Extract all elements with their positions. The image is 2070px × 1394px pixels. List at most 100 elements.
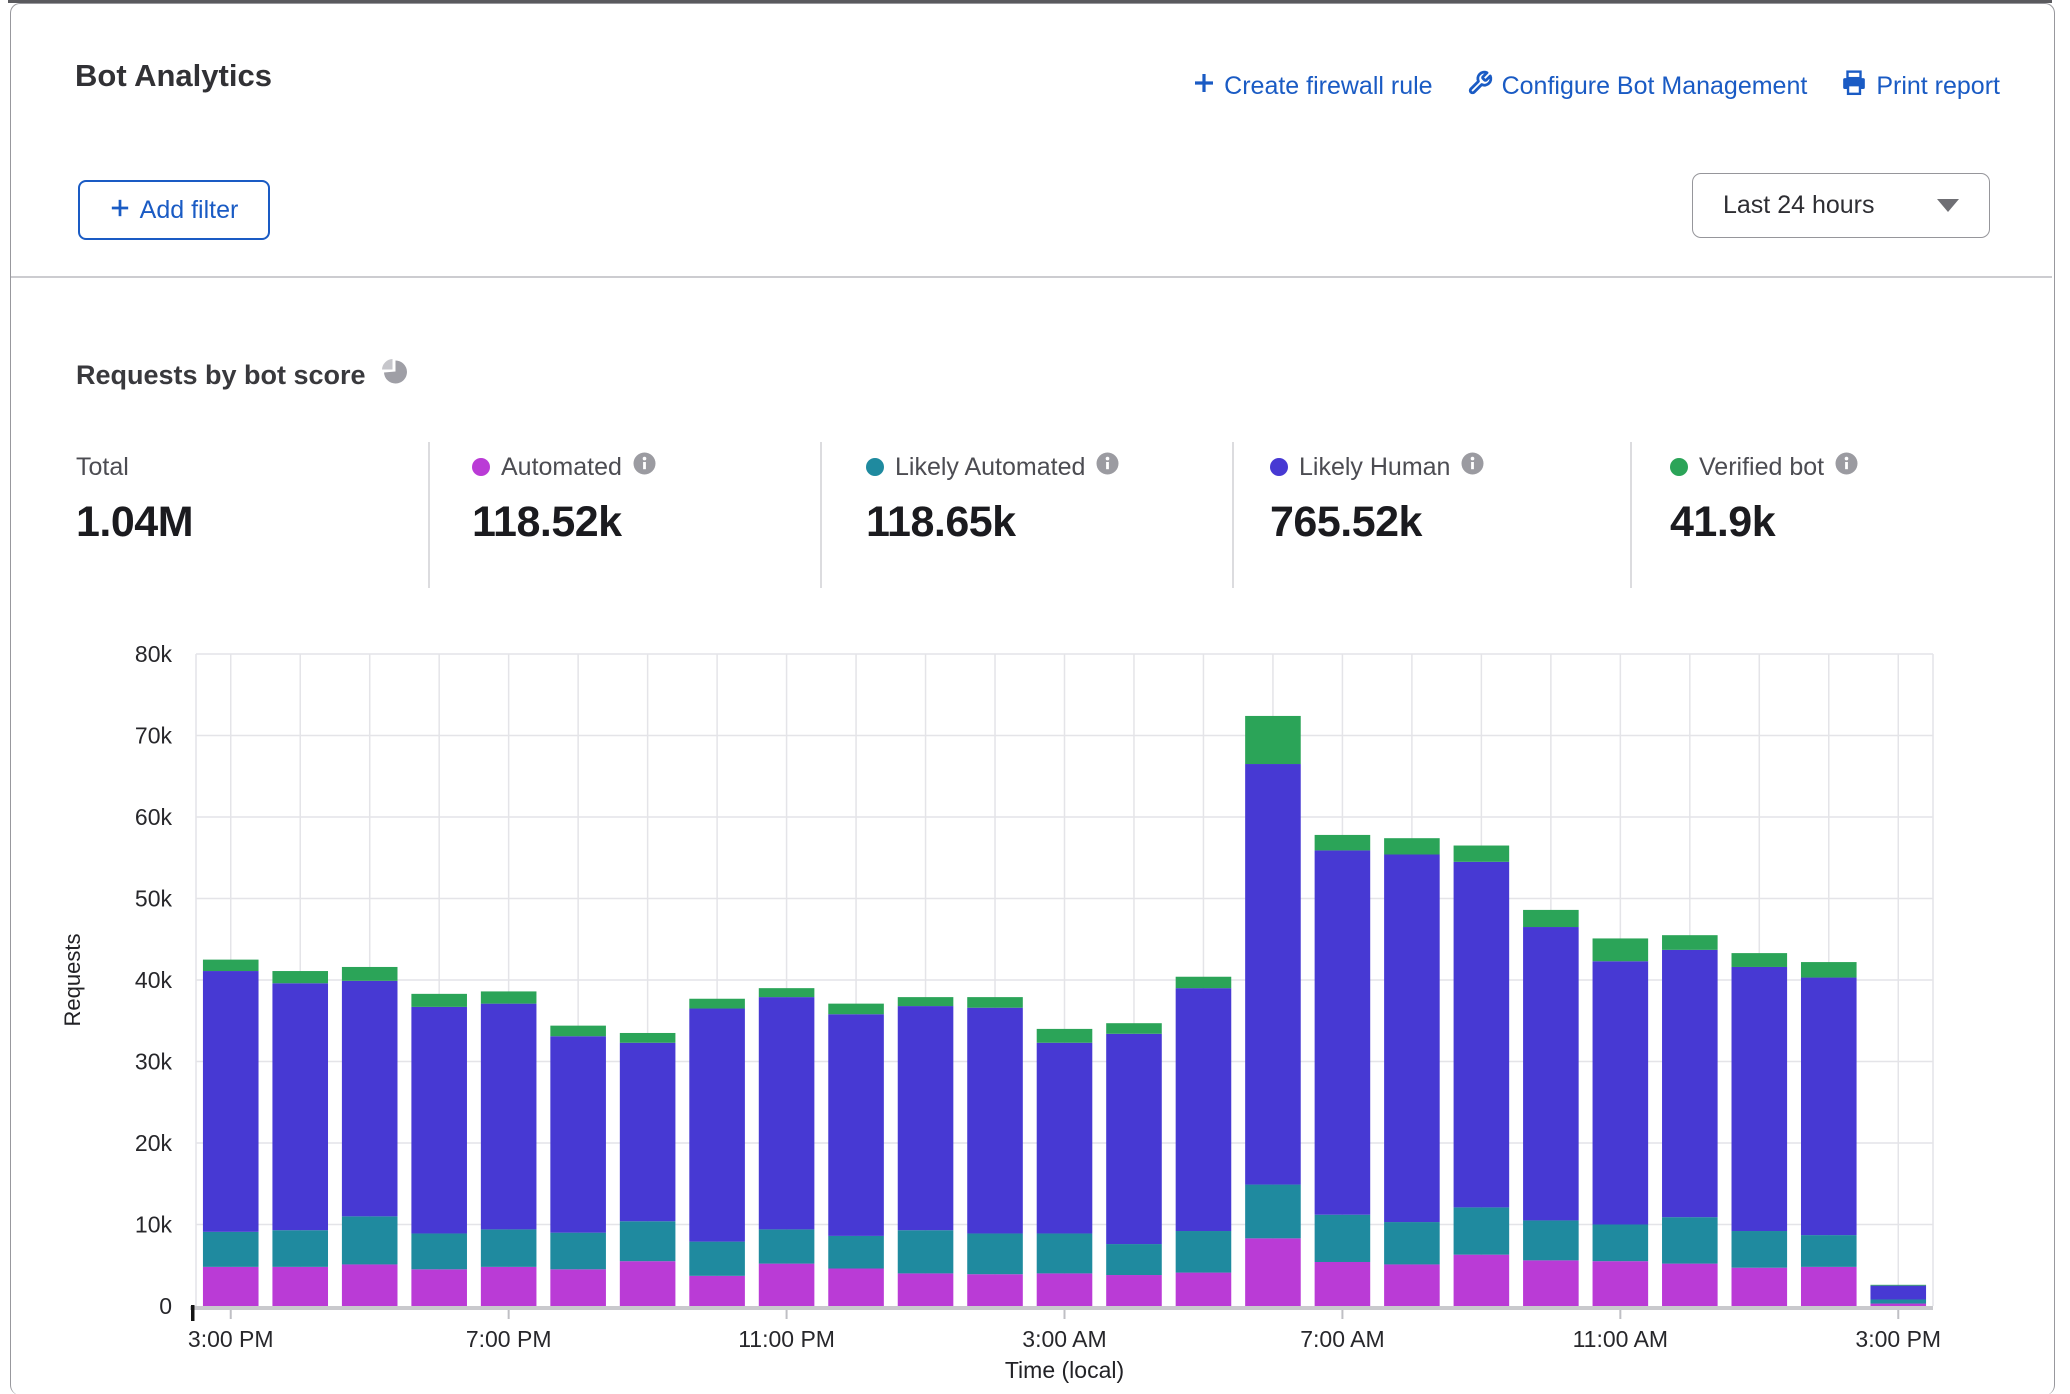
info-icon[interactable]	[1835, 452, 1858, 482]
bar-segment[interactable]	[1176, 1273, 1232, 1306]
bar-segment[interactable]	[1245, 764, 1301, 1185]
bar-segment[interactable]	[1315, 835, 1371, 850]
bar-segment[interactable]	[1315, 850, 1371, 1214]
bar-segment[interactable]	[1245, 716, 1301, 764]
info-icon[interactable]	[1461, 452, 1484, 482]
bar-segment[interactable]	[1593, 961, 1649, 1224]
time-range-select[interactable]: Last 24 hours	[1692, 173, 1990, 238]
bar-segment[interactable]	[481, 1229, 537, 1266]
bar-segment[interactable]	[759, 988, 815, 997]
bar-segment[interactable]	[828, 1236, 884, 1269]
bar-segment[interactable]	[1384, 838, 1440, 854]
create-firewall-rule-link[interactable]: Create firewall rule	[1193, 72, 1432, 101]
bar-segment[interactable]	[481, 1267, 537, 1306]
bar-segment[interactable]	[1037, 1273, 1093, 1306]
bar-segment[interactable]	[1593, 1261, 1649, 1306]
bar-segment[interactable]	[550, 1233, 606, 1270]
bar-segment[interactable]	[898, 1273, 954, 1306]
bar-segment[interactable]	[1523, 910, 1579, 927]
bar-segment[interactable]	[550, 1036, 606, 1232]
bar-segment[interactable]	[481, 991, 537, 1003]
bar-segment[interactable]	[1176, 1231, 1232, 1273]
bar-segment[interactable]	[759, 1229, 815, 1263]
bar-segment[interactable]	[898, 997, 954, 1006]
bar-segment[interactable]	[1523, 1220, 1579, 1260]
bar-segment[interactable]	[1454, 1255, 1510, 1306]
bar-segment[interactable]	[1870, 1286, 1926, 1300]
bar-segment[interactable]	[1106, 1034, 1162, 1244]
bar-segment[interactable]	[203, 1267, 259, 1306]
bar-segment[interactable]	[828, 1004, 884, 1015]
bar-segment[interactable]	[203, 971, 259, 1232]
bar-segment[interactable]	[967, 1233, 1023, 1274]
bar-segment[interactable]	[689, 1009, 745, 1242]
bar-segment[interactable]	[1801, 962, 1857, 977]
bar-segment[interactable]	[689, 1242, 745, 1276]
add-filter-button[interactable]: Add filter	[78, 180, 270, 240]
bar-segment[interactable]	[1454, 862, 1510, 1208]
bar-segment[interactable]	[1315, 1262, 1371, 1306]
bar-segment[interactable]	[620, 1033, 676, 1043]
bar-segment[interactable]	[1801, 1267, 1857, 1306]
bar-segment[interactable]	[1732, 1268, 1788, 1306]
bar-segment[interactable]	[1732, 1231, 1788, 1268]
configure-bot-management-link[interactable]: Configure Bot Management	[1467, 70, 1808, 103]
bar-segment[interactable]	[342, 1216, 398, 1264]
bar-segment[interactable]	[1523, 927, 1579, 1220]
bar-segment[interactable]	[411, 1233, 467, 1269]
bar-segment[interactable]	[411, 1269, 467, 1306]
bar-segment[interactable]	[759, 997, 815, 1229]
info-icon[interactable]	[633, 452, 656, 482]
bar-segment[interactable]	[342, 981, 398, 1217]
bar-segment[interactable]	[1176, 977, 1232, 988]
bar-segment[interactable]	[481, 1004, 537, 1230]
bar-segment[interactable]	[272, 983, 328, 1230]
bar-segment[interactable]	[1384, 1222, 1440, 1264]
bar-segment[interactable]	[620, 1261, 676, 1306]
bar-segment[interactable]	[1245, 1185, 1301, 1239]
bar-segment[interactable]	[1870, 1299, 1926, 1303]
bar-segment[interactable]	[620, 1221, 676, 1261]
bar-segment[interactable]	[1662, 935, 1718, 950]
bar-segment[interactable]	[967, 997, 1023, 1008]
info-icon[interactable]	[1096, 452, 1119, 482]
bar-segment[interactable]	[1662, 1217, 1718, 1263]
bar-segment[interactable]	[1732, 953, 1788, 967]
bar-segment[interactable]	[550, 1026, 606, 1037]
print-report-link[interactable]: Print report	[1841, 70, 2000, 103]
bar-segment[interactable]	[1037, 1233, 1093, 1273]
bar-segment[interactable]	[1801, 1235, 1857, 1267]
bar-segment[interactable]	[1523, 1260, 1579, 1306]
bar-segment[interactable]	[1315, 1215, 1371, 1262]
bar-segment[interactable]	[1037, 1043, 1093, 1234]
bar-segment[interactable]	[1870, 1285, 1926, 1286]
bar-segment[interactable]	[828, 1269, 884, 1306]
bar-segment[interactable]	[1593, 938, 1649, 961]
bar-segment[interactable]	[1384, 854, 1440, 1222]
bar-segment[interactable]	[203, 1232, 259, 1267]
bar-segment[interactable]	[1106, 1275, 1162, 1306]
bar-segment[interactable]	[1732, 967, 1788, 1231]
bar-segment[interactable]	[1454, 1207, 1510, 1254]
bar-segment[interactable]	[1176, 988, 1232, 1231]
bar-segment[interactable]	[898, 1006, 954, 1230]
bar-segment[interactable]	[1106, 1244, 1162, 1275]
bar-segment[interactable]	[1454, 846, 1510, 862]
bar-segment[interactable]	[342, 1264, 398, 1306]
bar-segment[interactable]	[342, 967, 398, 981]
bar-segment[interactable]	[272, 1230, 328, 1267]
bar-segment[interactable]	[1662, 1264, 1718, 1306]
bar-segment[interactable]	[689, 999, 745, 1009]
bar-segment[interactable]	[898, 1230, 954, 1273]
bar-segment[interactable]	[1037, 1029, 1093, 1043]
bar-segment[interactable]	[967, 1008, 1023, 1234]
bar-segment[interactable]	[828, 1014, 884, 1236]
bar-segment[interactable]	[689, 1276, 745, 1306]
bar-segment[interactable]	[759, 1264, 815, 1306]
bar-segment[interactable]	[203, 960, 259, 971]
bar-segment[interactable]	[1106, 1023, 1162, 1034]
bar-segment[interactable]	[620, 1043, 676, 1221]
bar-segment[interactable]	[411, 994, 467, 1007]
bar-segment[interactable]	[1662, 950, 1718, 1217]
bar-segment[interactable]	[1593, 1225, 1649, 1262]
